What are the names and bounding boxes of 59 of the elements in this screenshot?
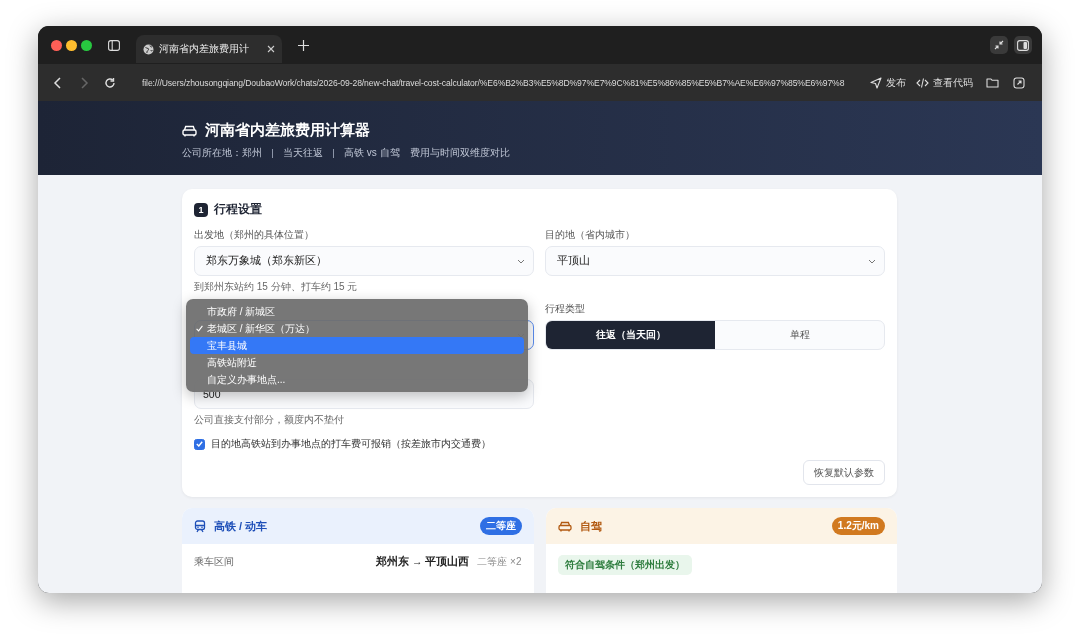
sidebar-icon[interactable] [108, 39, 120, 51]
origin-select[interactable]: 郑东万象城（郑东新区） [194, 246, 534, 276]
field-label: 目的地（省内城市） [545, 228, 636, 240]
check-icon [196, 325, 203, 332]
checkbox-label: 目的地高铁站到办事地点的打车费可报销（按差旅市内交通费） [211, 437, 491, 451]
field-hint: 公司直接支付部分，额度内不垫付 [194, 413, 345, 425]
subtitle-text: 公司所在地：郑州 [182, 146, 262, 160]
dropdown-option[interactable]: 高铁站附近 [190, 354, 524, 371]
badge: 二等座 [479, 517, 522, 535]
new-tab-icon[interactable] [298, 39, 309, 51]
chevron-down-icon [868, 258, 876, 264]
step-number: 1 [194, 202, 208, 217]
row-note: 二等座 ×2 [477, 555, 522, 569]
globe-icon [143, 43, 154, 55]
trip-type-tab[interactable]: 往返（当天回） [546, 321, 715, 349]
badge: 1.2元/km [831, 517, 885, 535]
card-title: 高铁 / 动车 [214, 518, 269, 534]
back-button[interactable] [52, 76, 64, 89]
subtitle-text: 当天往返 [283, 146, 323, 160]
row-value: 郑州东 → 平顶山西 [375, 555, 470, 569]
section-title: 行程设置 [214, 202, 262, 217]
send-icon [870, 76, 882, 89]
subtitle-text: 高铁 vs 自驾 [344, 146, 400, 160]
checkbox[interactable] [194, 438, 205, 450]
dropdown-option[interactable]: 宝丰县城 [190, 337, 524, 354]
code-icon [916, 76, 929, 89]
collapse-button[interactable] [990, 36, 1008, 54]
tab-title: 河南省内差旅费用计 [159, 42, 250, 56]
minimize-window-button[interactable] [66, 39, 77, 51]
chevron-down-icon [517, 258, 525, 264]
publish-button[interactable]: 发布 [866, 75, 910, 90]
select-value: 平顶山 [557, 254, 591, 268]
browser-tab[interactable]: 河南省内差旅费用计 [136, 35, 282, 63]
panel-toggle-button[interactable] [1014, 36, 1032, 54]
status-tag: 符合自驾条件（郑州出发） [557, 555, 692, 575]
page-title: 河南省内差旅费用计算器 [205, 121, 370, 140]
close-tab-icon[interactable] [267, 45, 275, 53]
trip-type-tab[interactable]: 单程 [715, 321, 884, 349]
close-window-button[interactable] [51, 39, 62, 51]
destination-select[interactable]: 平顶山 [545, 246, 885, 276]
sidebar-icon [1017, 39, 1029, 51]
field-label: 行程类型 [545, 302, 586, 314]
reset-button[interactable]: 恢复默认参数 [803, 460, 885, 485]
subtitle-text: 费用与时间双维度对比 [409, 146, 510, 160]
car-icon [557, 520, 572, 532]
field-label: 出发地（郑州的具体位置） [194, 228, 315, 240]
field-hint: 到郑州东站约 15 分钟、打车约 15 元 [194, 280, 359, 292]
code-button[interactable]: 查看代码 [912, 75, 977, 90]
card-title: 自驾 [579, 518, 603, 534]
collapse-icon [994, 40, 1004, 50]
dropdown-option[interactable]: 市政府 / 新城区 [190, 303, 524, 320]
reload-button[interactable] [104, 76, 116, 89]
row-label: 乘车区间 [194, 555, 235, 569]
car-icon [182, 124, 197, 137]
zoom-window-button[interactable] [81, 39, 92, 51]
dropdown-option[interactable]: 老城区 / 新华区（万达） [190, 320, 524, 337]
select-value: 郑东万象城（郑东新区） [206, 254, 328, 268]
address-field[interactable]: file:///Users/zhousongqiang/DoubaoWork/chats/2026-09-28/new-chat/travel-cost-calculator/%E6%B2%B3%E5%8D%97%E7%9C%81%E5%86%85%E5%B7%AE%E6%97%85%E6%97%8 [142, 77, 845, 88]
train-icon [194, 519, 206, 533]
